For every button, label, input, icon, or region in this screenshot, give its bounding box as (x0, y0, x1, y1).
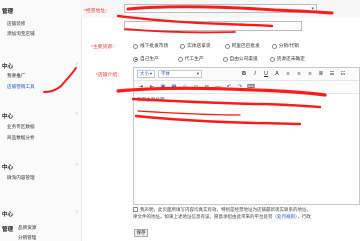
chevron-down-icon: ▾ (196, 71, 199, 76)
source-label: *主要货源： (91, 45, 117, 50)
editor-toolbar-bottom: ⇥ ⇤ ▣ ▦ ☺ ∞ ✂ — ↶ ↷ ⌨ (134, 81, 359, 94)
source-option[interactable]: 代工生产 (177, 56, 204, 62)
sidebar-group-heading: 中心 (2, 212, 14, 218)
chevron-down-icon: ▾ (311, 6, 314, 12)
radio-icon[interactable] (133, 43, 138, 49)
source-option[interactable]: 线下批发市场 (133, 43, 168, 49)
source-option[interactable]: 实体店拿货 (180, 43, 211, 49)
source-option[interactable]: 自由公司渠道 (222, 56, 258, 62)
address-detail-input[interactable] (124, 21, 302, 31)
agreement-statement: 我声明，此页面所填写内容均真实有效，特别是经营地址为店铺最新现实联系的地址， 律… (133, 207, 311, 219)
font-face-select[interactable]: 字体 ▾ (158, 70, 202, 78)
save-button[interactable]: 保存 (134, 229, 148, 237)
radio-icon[interactable] (177, 56, 183, 62)
undo-icon[interactable]: ↶ (225, 83, 233, 91)
chevron-right-icon[interactable]: › (76, 162, 78, 168)
align-right-icon[interactable]: ≡ (306, 70, 314, 78)
address-label: *经营地址： (84, 9, 110, 14)
radio-icon[interactable] (224, 43, 230, 49)
emoji-icon[interactable]: ☺ (181, 83, 189, 91)
underline-icon[interactable]: U (262, 70, 270, 78)
sidebar-item-business-data[interactable]: 业务专区数据 (7, 124, 35, 130)
sidebar-item-promote[interactable]: 我要推广 (7, 73, 25, 79)
sidebar-group-heading: 中心 (2, 165, 14, 171)
sidebar: 管理 店铺装修 添加淘宝店铺 中心 › 我要推广 店铺营销工具 中心 › 业务专… (0, 0, 82, 241)
chevron-right-icon[interactable]: › (76, 111, 78, 117)
sidebar-item-decoration[interactable]: 店铺装修 (7, 21, 25, 27)
radio-icon[interactable] (271, 43, 277, 49)
address-region-select[interactable]: ▾ (124, 4, 317, 13)
intro-label: *店铺介绍： (96, 73, 122, 78)
sidebar-group-heading: 管理 (2, 9, 14, 15)
font-size-select[interactable]: 大小 ▾ (137, 70, 155, 78)
table-icon[interactable]: ▦ (170, 83, 178, 91)
bullet-list-icon[interactable]: ☰ (328, 70, 336, 78)
text-color-icon[interactable]: A (273, 70, 281, 78)
align-left-icon[interactable]: ≡ (284, 70, 292, 78)
rich-text-editor[interactable]: 大小 ▾ 字体 ▾ B I U A ≡ ≡ ≡ ≣ ☰ ☷ ⇥ ⇤ ▣ ▦ ☺ ∞ … (133, 67, 360, 205)
unlink-icon[interactable]: ✂ (203, 83, 211, 91)
source-code-icon[interactable]: ⌨ (247, 83, 255, 91)
agreement-checkbox[interactable] (133, 207, 138, 212)
chevron-right-icon[interactable]: › (76, 209, 78, 215)
link-icon[interactable]: ∞ (192, 83, 200, 91)
source-option-selected[interactable]: 自己生产 (133, 56, 159, 62)
radio-icon[interactable] (269, 56, 275, 62)
sidebar-item-brand-resources[interactable]: 品牌资源 (18, 225, 36, 231)
outdent-icon[interactable]: ⇤ (148, 83, 156, 91)
sidebar-group-heading: 管理 (2, 227, 14, 233)
chevron-right-icon[interactable]: › (76, 61, 78, 67)
justify-icon[interactable]: ≣ (317, 70, 325, 78)
italic-icon[interactable]: I (251, 70, 259, 78)
sidebar-group-heading: 中心 (2, 114, 14, 120)
source-options-row-2: 自己生产 代工生产 自由公司渠道 货源还未确定 (133, 56, 305, 62)
sidebar-item-product-analysis[interactable]: 商品数据分析 (7, 135, 35, 141)
sidebar-item-weitao-content[interactable]: 微淘内容管理 (7, 175, 35, 181)
radio-icon[interactable] (222, 56, 228, 62)
indent-icon[interactable]: ⇥ (137, 83, 145, 91)
image-icon[interactable]: ▣ (159, 83, 167, 91)
radio-checked-icon[interactable] (133, 56, 138, 62)
redo-icon[interactable]: ↷ (236, 83, 244, 91)
chevron-down-icon: ▾ (149, 71, 152, 76)
align-center-icon[interactable]: ≡ (295, 70, 303, 78)
source-options-row-1: 线下批发市场 实体店拿货 阿里巴巴批发 分销/代销 (133, 43, 299, 49)
sidebar-item-marketing-tools[interactable]: 店铺营销工具 (7, 84, 35, 90)
sidebar-item-distribution[interactable]: 分销管理 (18, 235, 36, 241)
penalty-rules-link[interactable]: 处罚规则 (277, 214, 295, 219)
sidebar-group-heading: 中心 (2, 64, 14, 70)
editor-toolbar-top: 大小 ▾ 字体 ▾ B I U A ≡ ≡ ≡ ≣ ☰ ☷ (134, 68, 359, 81)
source-option[interactable]: 阿里巴巴批发 (224, 43, 260, 49)
editor-content[interactable]: 我家主要经营…… (137, 97, 357, 103)
bold-icon[interactable]: B (240, 70, 248, 78)
sidebar-item-add-taobao-store[interactable]: 添加淘宝店铺 (7, 31, 35, 37)
horizontal-rule-icon[interactable]: — (214, 83, 222, 91)
source-option[interactable]: 货源还未确定 (269, 56, 305, 62)
source-option[interactable]: 分销/代销 (271, 43, 299, 49)
numbered-list-icon[interactable]: ☷ (339, 70, 347, 78)
radio-icon[interactable] (180, 43, 186, 49)
